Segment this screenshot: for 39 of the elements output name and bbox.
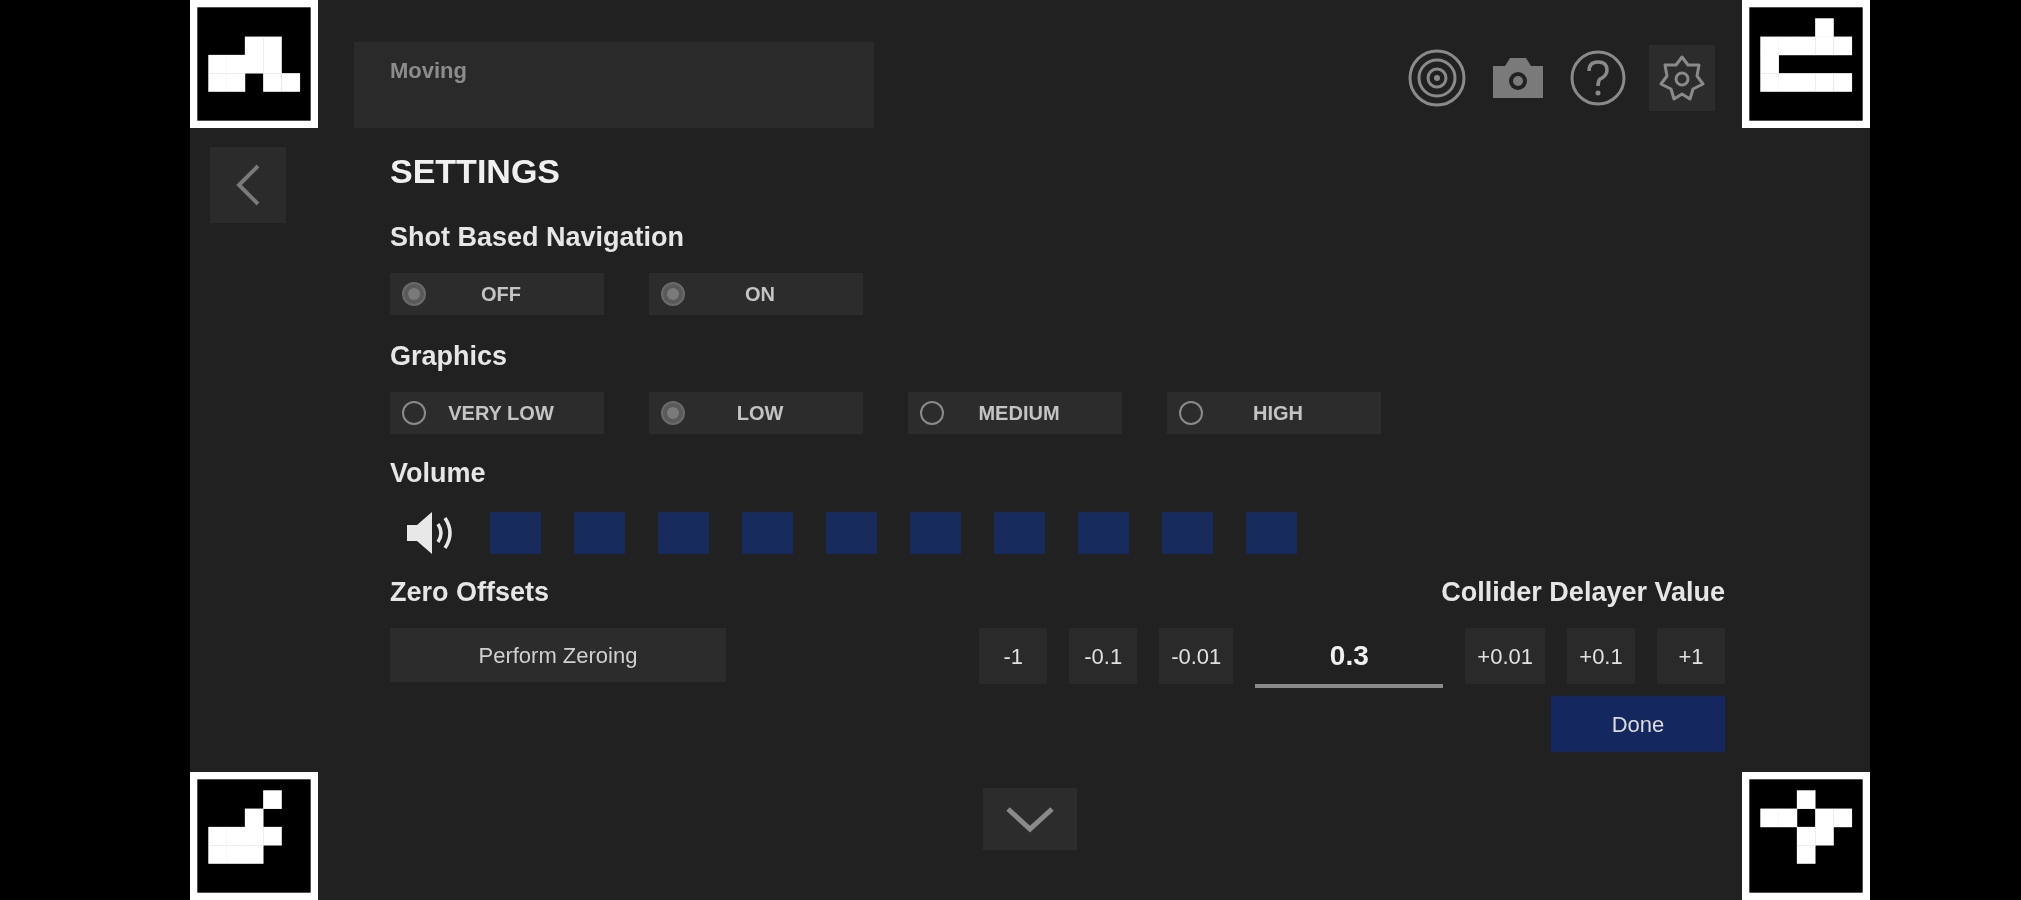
section-label: Volume	[390, 460, 487, 487]
section-label: Collider Delayer Value	[1441, 579, 1725, 606]
radio-option[interactable]: HIGH	[1167, 392, 1381, 434]
volume-segment[interactable]	[742, 512, 793, 554]
section-label: Zero Offsets	[390, 579, 550, 606]
step-button[interactable]: -1	[979, 628, 1048, 684]
volume-segment[interactable]	[1246, 512, 1297, 554]
volume-segment[interactable]	[1078, 512, 1129, 554]
chevron-left-icon	[234, 163, 262, 207]
help-icon[interactable]	[1569, 49, 1627, 107]
step-button[interactable]: +0.01	[1465, 628, 1545, 684]
volume-segment[interactable]	[826, 512, 877, 554]
target-icon[interactable]	[1407, 48, 1467, 108]
step-button[interactable]: -0.1	[1069, 628, 1138, 684]
radio-option[interactable]: ON	[649, 273, 863, 315]
volume-segment[interactable]	[574, 512, 625, 554]
step-button[interactable]: -0.01	[1159, 628, 1234, 684]
settings-title: SETTINGS	[390, 154, 562, 188]
volume-segment[interactable]	[994, 512, 1045, 554]
settings-icon	[1657, 53, 1707, 103]
volume-segment[interactable]	[910, 512, 961, 554]
step-button[interactable]: +1	[1657, 628, 1725, 684]
expand-down-button[interactable]	[983, 788, 1077, 850]
settings-button[interactable]	[1649, 45, 1715, 111]
back-button[interactable]	[210, 147, 286, 223]
volume-segment[interactable]	[1162, 512, 1213, 554]
radio-option[interactable]: VERY LOW	[390, 392, 604, 434]
section-label: Shot Based Navigation	[390, 224, 686, 251]
chevron-down-icon	[1005, 805, 1055, 833]
value-field[interactable]: 0.3	[1255, 628, 1444, 688]
radio-option[interactable]: LOW	[649, 392, 863, 434]
section-label: Graphics	[390, 343, 509, 370]
volume-segment[interactable]	[658, 512, 709, 554]
done-button[interactable]: Done	[1551, 696, 1725, 752]
volume-segment[interactable]	[490, 512, 541, 554]
step-button[interactable]: +0.1	[1567, 628, 1635, 684]
radio-option[interactable]: MEDIUM	[908, 392, 1122, 434]
radio-option[interactable]: OFF	[390, 273, 604, 315]
perform-zeroing-button[interactable]: Perform Zeroing	[390, 628, 726, 682]
